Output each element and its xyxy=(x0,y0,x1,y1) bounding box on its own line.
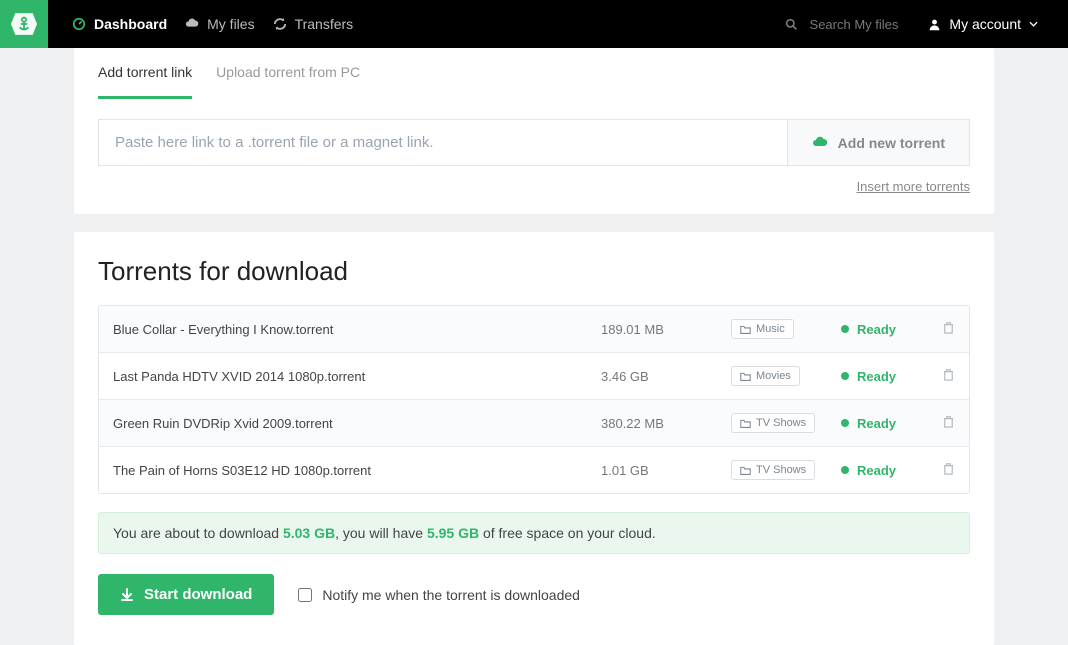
tab-add-link[interactable]: Add torrent link xyxy=(98,48,192,99)
status: Ready xyxy=(841,369,931,384)
nav-transfers-label: Transfers xyxy=(295,16,354,32)
delete-button[interactable] xyxy=(931,415,955,431)
download-icon xyxy=(120,588,134,602)
trash-icon xyxy=(942,368,955,381)
nav-myfiles-label: My files xyxy=(207,16,254,32)
status-dot xyxy=(841,325,849,333)
torrent-name: Last Panda HDTV XVID 2014 1080p.torrent xyxy=(113,369,601,384)
status: Ready xyxy=(841,463,931,478)
folder-icon xyxy=(740,324,751,335)
torrent-size: 1.01 GB xyxy=(601,463,731,478)
actions-row: Start download Notify me when the torren… xyxy=(74,554,994,645)
nav: Dashboard My files Transfers xyxy=(48,16,353,32)
category-badge[interactable]: Movies xyxy=(731,366,800,386)
notify-checkbox[interactable] xyxy=(298,588,312,602)
folder-icon xyxy=(740,371,751,382)
chevron-down-icon xyxy=(1029,21,1038,27)
trash-icon xyxy=(942,321,955,334)
start-download-label: Start download xyxy=(144,586,252,603)
delete-button[interactable] xyxy=(931,368,955,384)
cloud-icon xyxy=(185,17,199,31)
folder-icon xyxy=(740,465,751,476)
category-badge[interactable]: TV Shows xyxy=(731,413,815,433)
status-dot xyxy=(841,466,849,474)
account-label: My account xyxy=(949,16,1021,32)
total-size: 5.03 GB xyxy=(283,525,335,541)
add-torrent-label: Add new torrent xyxy=(838,135,945,151)
nav-dashboard[interactable]: Dashboard xyxy=(72,16,167,32)
torrents-table: Blue Collar - Everything I Know.torrent … xyxy=(98,305,970,494)
delete-button[interactable] xyxy=(931,321,955,337)
add-torrent-button[interactable]: Add new torrent xyxy=(787,119,970,166)
notify-option[interactable]: Notify me when the torrent is downloaded xyxy=(298,587,580,603)
account-menu[interactable]: My account xyxy=(928,16,1068,32)
refresh-icon xyxy=(273,17,287,31)
search-icon xyxy=(785,18,798,31)
nav-dashboard-label: Dashboard xyxy=(94,16,167,32)
status-dot xyxy=(841,372,849,380)
torrent-link-input[interactable] xyxy=(98,119,787,166)
tabs: Add torrent link Upload torrent from PC xyxy=(74,48,994,99)
torrents-panel: Torrents for download Blue Collar - Ever… xyxy=(74,232,994,645)
table-row: Green Ruin DVDRip Xvid 2009.torrent 380.… xyxy=(99,400,969,447)
table-row: The Pain of Horns S03E12 HD 1080p.torren… xyxy=(99,447,969,493)
folder-icon xyxy=(740,418,751,429)
search-placeholder: Search My files xyxy=(810,17,899,32)
section-title: Torrents for download xyxy=(74,232,994,305)
free-space: 5.95 GB xyxy=(427,525,479,541)
torrent-size: 380.22 MB xyxy=(601,416,731,431)
status: Ready xyxy=(841,416,931,431)
torrent-name: Blue Collar - Everything I Know.torrent xyxy=(113,322,601,337)
logo[interactable] xyxy=(0,0,48,48)
tab-upload-pc[interactable]: Upload torrent from PC xyxy=(216,48,360,99)
search-area[interactable]: Search My files xyxy=(785,17,899,32)
notify-label: Notify me when the torrent is downloaded xyxy=(322,587,580,603)
table-row: Last Panda HDTV XVID 2014 1080p.torrent … xyxy=(99,353,969,400)
delete-button[interactable] xyxy=(931,462,955,478)
status: Ready xyxy=(841,322,931,337)
table-row: Blue Collar - Everything I Know.torrent … xyxy=(99,306,969,353)
torrent-name: Green Ruin DVDRip Xvid 2009.torrent xyxy=(113,416,601,431)
torrent-size: 3.46 GB xyxy=(601,369,731,384)
status-dot xyxy=(841,419,849,427)
dashboard-icon xyxy=(72,17,86,31)
start-download-button[interactable]: Start download xyxy=(98,574,274,615)
insert-more-link[interactable]: Insert more torrents xyxy=(857,179,970,194)
trash-icon xyxy=(942,462,955,475)
nav-transfers[interactable]: Transfers xyxy=(273,16,354,32)
torrent-name: The Pain of Horns S03E12 HD 1080p.torren… xyxy=(113,463,601,478)
category-badge[interactable]: TV Shows xyxy=(731,460,815,480)
download-summary: You are about to download 5.03 GB, you w… xyxy=(98,512,970,554)
cloud-upload-icon xyxy=(812,135,828,151)
torrent-size: 189.01 MB xyxy=(601,322,731,337)
user-icon xyxy=(928,18,941,31)
trash-icon xyxy=(942,415,955,428)
category-badge[interactable]: Music xyxy=(731,319,794,339)
topbar: Dashboard My files Transfers Search My f… xyxy=(0,0,1068,48)
nav-myfiles[interactable]: My files xyxy=(185,16,254,32)
anchor-icon xyxy=(11,11,37,37)
add-torrent-panel: Add torrent link Upload torrent from PC … xyxy=(74,48,994,214)
